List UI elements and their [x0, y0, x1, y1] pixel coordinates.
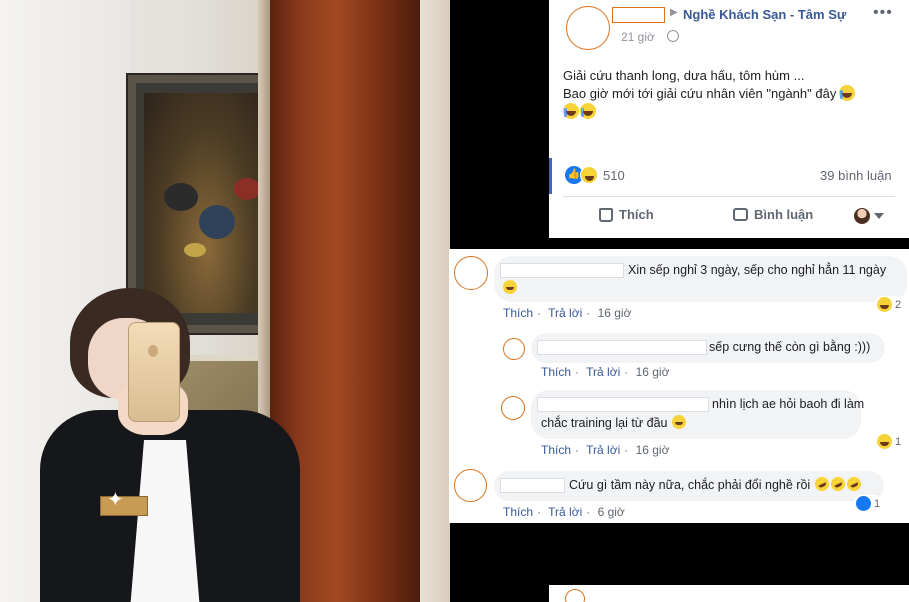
separator: ·: [586, 306, 591, 320]
still-life-painting: [144, 93, 270, 313]
comments-section: Xin sếp nghỉ 3 ngày, sếp cho nghỉ hẳn 11…: [449, 249, 909, 523]
next-post-avatar: [565, 589, 585, 602]
reply-reaction-count: 1: [895, 435, 902, 448]
comment-reply-link[interactable]: Trả lời: [548, 505, 582, 519]
reply-like-link[interactable]: Thích: [541, 443, 571, 457]
reply-reply-link[interactable]: Trả lời: [586, 365, 620, 379]
rofl-emoji-icon: [828, 474, 848, 494]
reaction-count: 510: [603, 167, 625, 183]
comment-reaction-count: 2: [895, 298, 902, 311]
separator: ·: [537, 505, 542, 519]
apple-logo-icon: [148, 345, 158, 357]
replier-avatar-redacted[interactable]: [501, 396, 525, 420]
reply-text: sếp cưng thế còn gì bằng :))): [709, 340, 871, 354]
reply-text-line-1: nhìn lịch ae hỏi baoh đi làm: [712, 397, 865, 411]
comment-reply-link[interactable]: Trả lời: [548, 306, 582, 320]
thumbs-up-icon: [599, 207, 613, 222]
author-name-redacted[interactable]: [612, 7, 665, 23]
reply-text-line-2-text: chắc training lại từ đầu: [541, 416, 668, 430]
post-body-line-1: Giải cứu thanh long, dưa hấu, tôm hùm ..…: [563, 68, 805, 83]
reply-time[interactable]: 16 giờ: [636, 443, 670, 457]
right-wall: [420, 0, 450, 602]
comment-text: Xin sếp nghỉ 3 ngày, sếp cho nghỉ hẳn 11…: [628, 263, 887, 277]
haha-reaction-icon: [877, 297, 892, 312]
selfie-photo: ✦: [0, 0, 450, 602]
commenter-avatar-redacted[interactable]: [454, 256, 488, 290]
haha-reaction-icon: [877, 434, 892, 449]
screenshot-composite: ✦ ▶ Nghề Khách Sạn - Tâm Sự ••• 21 giờ G…: [0, 0, 909, 602]
comment-reactions[interactable]: 1: [853, 495, 884, 512]
post-timestamp[interactable]: 21 giờ: [621, 30, 655, 44]
reply-like-link[interactable]: Thích: [541, 365, 571, 379]
comment-count-link[interactable]: 39 bình luận: [820, 168, 892, 183]
post-body-line-3: [563, 103, 893, 121]
caret-right-icon: ▶: [670, 7, 678, 18]
rofl-emoji-icon: [844, 474, 864, 494]
post-body-line-2: Bao giờ mới tới giải cứu nhân viên "ngàn…: [563, 85, 893, 103]
comment-time[interactable]: 6 giờ: [598, 505, 625, 519]
replier-name-redacted[interactable]: [537, 340, 707, 355]
divider: [563, 196, 895, 197]
comment-like-link[interactable]: Thích: [503, 306, 533, 320]
smile-emoji-icon: [671, 415, 686, 429]
facebook-post: ▶ Nghề Khách Sạn - Tâm Sự ••• 21 giờ Giả…: [549, 0, 909, 238]
selection-bar: [549, 158, 552, 194]
replier-avatar-redacted[interactable]: [503, 338, 525, 360]
comment-text-content: Cứu gì tầm này nữa, chắc phải đổi nghề r…: [569, 478, 811, 492]
like-button-label: Thích: [619, 207, 654, 222]
comment-reaction-count: 1: [874, 497, 881, 510]
group-name-link[interactable]: Nghề Khách Sạn - Tâm Sự: [683, 7, 846, 22]
reply-actions: Thích · Trả lời · 16 giờ: [541, 443, 673, 457]
comment-button[interactable]: Bình luận: [733, 207, 813, 222]
comment-emoji-line: [503, 280, 517, 297]
viewer-avatar: [854, 208, 870, 224]
post-as-selector[interactable]: [854, 208, 884, 224]
author-avatar-redacted[interactable]: [566, 6, 610, 50]
reply-reply-link[interactable]: Trả lời: [586, 443, 620, 457]
separator: ·: [586, 505, 591, 519]
replier-name-redacted[interactable]: [537, 397, 709, 412]
separator: ·: [575, 365, 580, 379]
reply-reactions[interactable]: 1: [874, 433, 905, 450]
comment-actions: Thích · Trả lời · 16 giờ: [503, 306, 635, 320]
more-dots-icon[interactable]: •••: [873, 4, 893, 22]
like-button[interactable]: Thích: [599, 207, 654, 222]
reaction-summary[interactable]: 👍 510: [565, 166, 625, 184]
reply-time[interactable]: 16 giờ: [636, 365, 670, 379]
comment-bubble-icon: [733, 208, 748, 221]
post-body: Giải cứu thanh long, dưa hấu, tôm hùm ..…: [563, 67, 893, 121]
phone: [128, 322, 180, 422]
separator: ·: [624, 365, 629, 379]
star-icon: ✦: [107, 489, 124, 511]
commenter-avatar-redacted[interactable]: [454, 469, 487, 502]
rofl-emoji-icon: [812, 474, 832, 494]
comment-like-link[interactable]: Thích: [503, 505, 533, 519]
smile-emoji-icon: [503, 280, 517, 294]
crying-emoji-icon: [839, 85, 856, 101]
like-reaction-icon: [856, 496, 871, 511]
separator: ·: [624, 443, 629, 457]
crying-emoji-icon: [563, 103, 579, 119]
post-body-line-2-text: Bao giờ mới tới giải cứu nhân viên "ngàn…: [563, 86, 837, 101]
chevron-down-icon: [874, 213, 884, 219]
commenter-name-redacted[interactable]: [500, 478, 565, 493]
separator: ·: [537, 306, 542, 320]
comment-reactions[interactable]: 2: [874, 296, 905, 313]
reply-text-line-2: chắc training lại từ đầu: [541, 415, 686, 432]
next-post-peek: [549, 585, 909, 602]
comment-text: Cứu gì tầm này nữa, chắc phải đổi nghề r…: [569, 474, 864, 494]
haha-reaction-icon: [580, 166, 598, 184]
crying-emoji-icon: [580, 103, 596, 119]
comment-button-label: Bình luận: [754, 207, 814, 222]
comment-actions: Thích · Trả lời · 6 giờ: [503, 505, 629, 519]
reply-actions: Thích · Trả lời · 16 giờ: [541, 365, 673, 379]
commenter-name-redacted[interactable]: [500, 263, 624, 278]
comment-time[interactable]: 16 giờ: [598, 306, 632, 320]
globe-icon: [667, 30, 679, 42]
separator: ·: [575, 443, 580, 457]
